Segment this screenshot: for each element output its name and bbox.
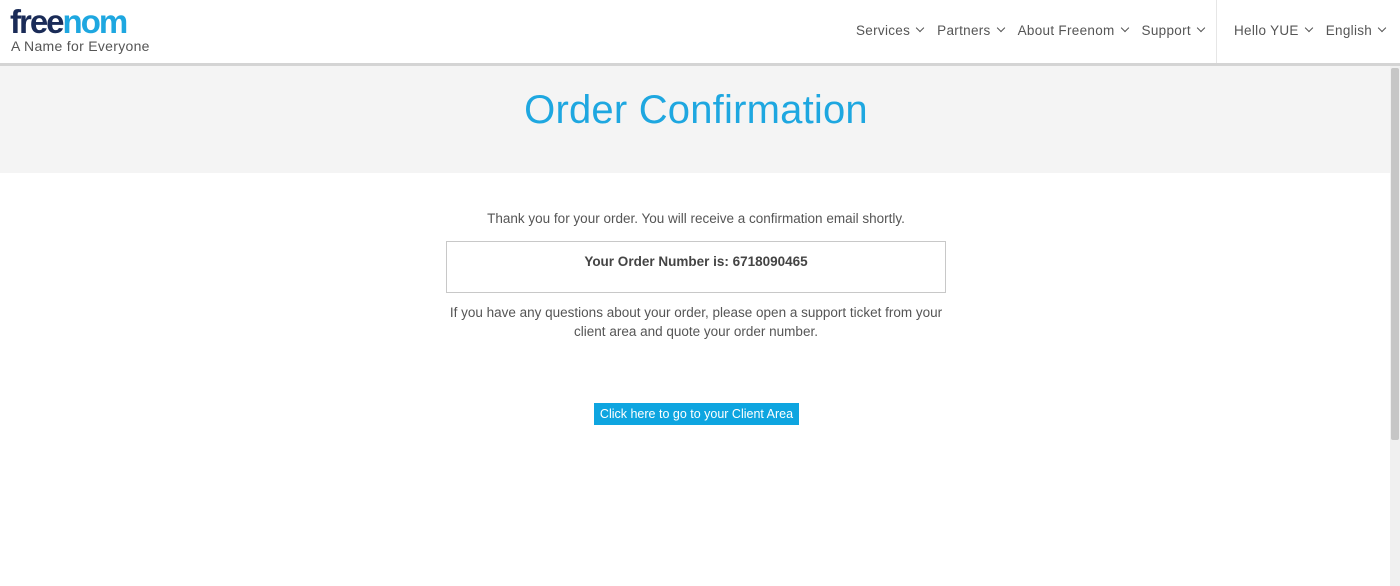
user-nav: Hello YUE English xyxy=(1234,20,1399,40)
support-instructions: If you have any questions about your ord… xyxy=(449,305,943,339)
nav-item-user-menu[interactable]: Hello YUE xyxy=(1234,22,1313,38)
nav-item-label: Services xyxy=(856,22,911,38)
site-header: free nom A Name for Everyone Services Par… xyxy=(0,0,1400,63)
chevron-down-icon xyxy=(1120,23,1129,33)
chevron-down-icon xyxy=(1196,23,1206,33)
thank-you-message: Thank you for your order. You will recei… xyxy=(487,211,905,226)
nav-item-about-freenom[interactable]: About Freenom xyxy=(1017,22,1129,38)
scrollbar-thumb[interactable] xyxy=(1391,68,1399,440)
logo-text-nom: nom xyxy=(62,3,129,40)
nav-item-partners[interactable]: Partners xyxy=(937,22,1005,38)
logo-text-free: free xyxy=(10,3,65,40)
order-number: Your Order Number is: 6718090465 xyxy=(584,254,808,269)
nav-item-label: Support xyxy=(1141,22,1191,38)
nav-item-label: About Freenom xyxy=(1017,22,1115,38)
nav-item-services[interactable]: Services xyxy=(856,22,925,38)
main-nav: Services Partners About Freenom Support xyxy=(856,20,1218,40)
client-area-button[interactable]: Click here to go to your Client Area xyxy=(594,403,799,425)
page-title: Order Confirmation xyxy=(524,88,868,132)
nav-item-label: Hello YUE xyxy=(1234,22,1299,38)
chevron-down-icon xyxy=(1304,23,1313,33)
chevron-down-icon xyxy=(1377,23,1387,33)
freenom-logo[interactable]: free nom xyxy=(10,3,129,40)
nav-item-label: Partners xyxy=(937,22,991,38)
nav-item-language[interactable]: English xyxy=(1325,22,1387,38)
chevron-down-icon xyxy=(996,23,1005,33)
order-number-box: Your Order Number is: 6718090465 xyxy=(446,241,946,293)
logo-tagline: A Name for Everyone xyxy=(11,38,150,54)
nav-item-support[interactable]: Support xyxy=(1141,22,1206,38)
nav-item-label: English xyxy=(1325,22,1373,38)
nav-divider xyxy=(1216,0,1217,63)
chevron-down-icon xyxy=(915,23,925,33)
